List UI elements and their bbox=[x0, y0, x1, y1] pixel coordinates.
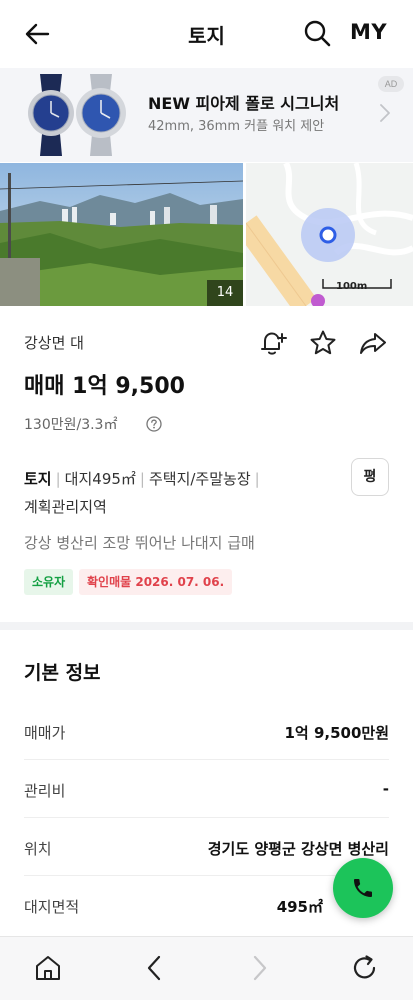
favorite-star-icon[interactable] bbox=[308, 328, 338, 358]
info-value: - bbox=[382, 780, 389, 798]
info-row: 관리비 - bbox=[24, 760, 389, 818]
app-header: 토지 MY bbox=[0, 0, 413, 68]
listing-summary: 강상면 대 매매 1억 9,500 130만원/3.3㎡ 토지 | 대지495㎡ | 주… bbox=[0, 306, 413, 622]
browser-back-icon[interactable] bbox=[140, 953, 170, 983]
ad-subtitle: 42mm, 36mm 커플 워치 제안 bbox=[148, 119, 325, 134]
info-value: 경기도 양평군 강상면 병산리 bbox=[207, 840, 389, 858]
property-photo[interactable]: 14 bbox=[0, 163, 243, 306]
info-value: 495㎡ bbox=[276, 898, 323, 916]
unit-price: 130만원/3.3㎡ bbox=[24, 417, 118, 433]
info-row: 위치 경기도 양평군 강상면 병산리 bbox=[24, 818, 389, 876]
chevron-right-icon bbox=[380, 104, 390, 122]
phone-icon bbox=[354, 879, 372, 897]
help-question-icon[interactable] bbox=[146, 416, 162, 432]
owner-badge: 소유자 bbox=[24, 569, 74, 595]
tag-zone: 계획관리지역 bbox=[24, 498, 107, 516]
ad-banner[interactable]: NEW 피아제 폴로 시그니처 42mm, 36mm 커플 워치 제안 AD bbox=[0, 68, 413, 162]
watch-ad-image bbox=[28, 74, 126, 156]
info-label: 매매가 bbox=[24, 724, 66, 742]
search-icon[interactable] bbox=[302, 18, 332, 48]
info-label: 대지면적 bbox=[24, 898, 80, 916]
bottom-navigation bbox=[0, 936, 413, 1000]
tag-category: 토지 bbox=[24, 470, 52, 488]
tag-use: 주택지/주말농장 bbox=[148, 470, 251, 488]
area-unit-toggle-button[interactable]: 평 bbox=[351, 458, 389, 496]
tag-area: 대지495㎡ bbox=[64, 470, 136, 488]
ad-badge: AD bbox=[378, 76, 404, 92]
listing-price: 매매 1억 9,500 bbox=[24, 374, 185, 399]
section-title: 기본 정보 bbox=[24, 662, 101, 684]
listing-description: 강상 병산리 조망 뛰어난 나대지 급매 bbox=[24, 534, 255, 552]
my-page-button[interactable]: MY bbox=[350, 20, 387, 44]
browser-forward-icon[interactable] bbox=[244, 953, 274, 983]
refresh-icon[interactable] bbox=[350, 953, 380, 983]
call-button[interactable] bbox=[333, 858, 393, 918]
verified-listing-badge: 확인매물 2026. 07. 06. bbox=[79, 569, 233, 595]
map-scale-label: 100m bbox=[336, 281, 368, 292]
info-label: 관리비 bbox=[24, 782, 66, 800]
notification-bell-add-icon[interactable] bbox=[258, 328, 288, 358]
share-icon[interactable] bbox=[358, 328, 388, 358]
ad-title: NEW 피아제 폴로 시그니처 bbox=[148, 94, 340, 113]
info-value: 1억 9,500만원 bbox=[284, 724, 389, 742]
photo-count-badge: 14 bbox=[207, 280, 243, 306]
property-tags: 토지 | 대지495㎡ | 주택지/주말농장 | bbox=[24, 470, 260, 488]
section-divider bbox=[0, 622, 413, 630]
info-label: 위치 bbox=[24, 840, 52, 858]
home-icon[interactable] bbox=[33, 953, 63, 983]
photo-gallery: 14 100m bbox=[0, 163, 413, 306]
info-row: 매매가 1억 9,500만원 bbox=[24, 702, 389, 760]
listing-subtitle: 강상면 대 bbox=[24, 334, 84, 352]
